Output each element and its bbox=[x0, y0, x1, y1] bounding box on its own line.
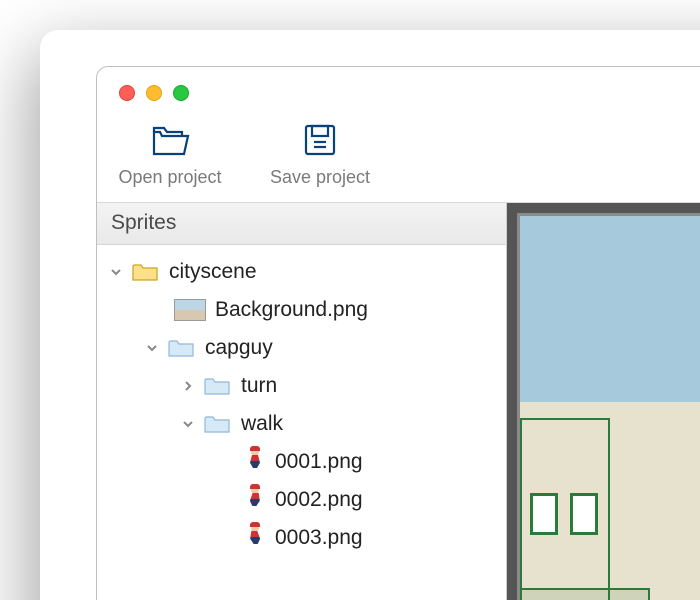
folder-label: turn bbox=[241, 374, 277, 398]
scene-preview bbox=[517, 213, 700, 600]
open-project-label: Open project bbox=[118, 167, 221, 188]
folder-icon bbox=[167, 336, 195, 360]
tree-folder-walk[interactable]: walk bbox=[97, 405, 506, 443]
tree-file-frame[interactable]: 0003.png bbox=[97, 519, 506, 557]
tree-file-frame[interactable]: 0002.png bbox=[97, 481, 506, 519]
panel-title: Sprites bbox=[97, 203, 506, 245]
sprite-tree: cityscene Background.png capguy bbox=[97, 245, 506, 565]
tree-file-background[interactable]: Background.png bbox=[97, 291, 506, 329]
save-icon bbox=[299, 119, 341, 161]
toolbar: Open project Save project bbox=[97, 109, 700, 203]
tree-folder-capguy[interactable]: capguy bbox=[97, 329, 506, 367]
save-project-button[interactable]: Save project bbox=[265, 119, 375, 188]
chevron-down-icon[interactable] bbox=[105, 261, 127, 283]
image-thumbnail-icon bbox=[175, 300, 205, 320]
app-window: Open project Save project bbox=[96, 66, 700, 600]
tree-folder-turn[interactable]: turn bbox=[97, 367, 506, 405]
sprite-thumbnail-icon bbox=[247, 448, 263, 476]
tree-folder-cityscene[interactable]: cityscene bbox=[97, 253, 506, 291]
save-project-label: Save project bbox=[270, 167, 370, 188]
chevron-down-icon[interactable] bbox=[141, 337, 163, 359]
sprite-thumbnail-icon bbox=[247, 486, 263, 514]
file-label: 0003.png bbox=[275, 526, 363, 550]
folder-icon bbox=[203, 412, 231, 436]
close-window-button[interactable] bbox=[119, 85, 135, 101]
folder-icon bbox=[203, 374, 231, 398]
chevron-down-icon[interactable] bbox=[177, 413, 199, 435]
sprites-panel: Sprites cityscene Background.png bbox=[97, 203, 507, 600]
folder-label: walk bbox=[241, 412, 283, 436]
zoom-window-button[interactable] bbox=[173, 85, 189, 101]
file-label: Background.png bbox=[215, 298, 368, 322]
tree-file-frame[interactable]: 0001.png bbox=[97, 443, 506, 481]
folder-label: cityscene bbox=[169, 260, 257, 284]
open-project-button[interactable]: Open project bbox=[115, 119, 225, 188]
minimize-window-button[interactable] bbox=[146, 85, 162, 101]
window-controls bbox=[97, 67, 700, 109]
file-label: 0002.png bbox=[275, 488, 363, 512]
folder-open-icon bbox=[149, 119, 191, 161]
folder-icon bbox=[131, 260, 159, 284]
chevron-right-icon[interactable] bbox=[177, 375, 199, 397]
sprite-thumbnail-icon bbox=[247, 524, 263, 552]
preview-canvas[interactable] bbox=[507, 203, 700, 600]
file-label: 0001.png bbox=[275, 450, 363, 474]
folder-label: capguy bbox=[205, 336, 273, 360]
